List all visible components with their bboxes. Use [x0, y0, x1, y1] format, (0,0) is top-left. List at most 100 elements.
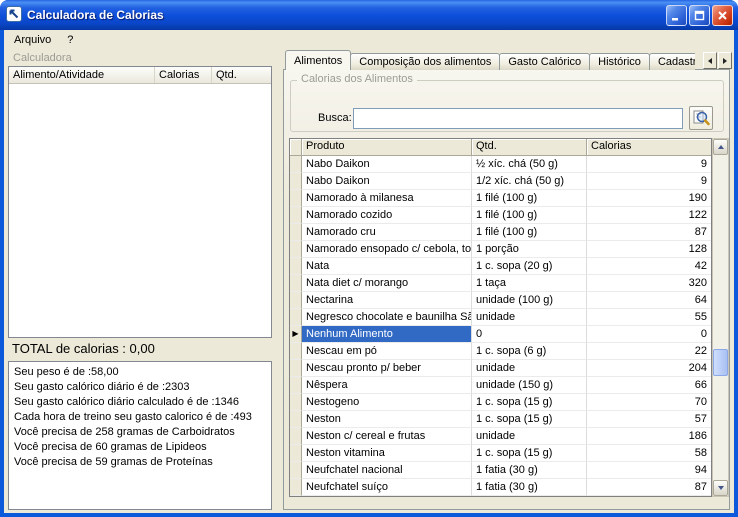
cell-qtd[interactable]: 1 filé (100 g) — [472, 207, 587, 224]
cell-calorias[interactable]: 94 — [587, 462, 711, 479]
cell-produto[interactable]: Neufchatel suíço — [302, 479, 472, 496]
cell-produto[interactable]: Nenhum Alimento — [302, 326, 472, 343]
tab-cadastro[interactable]: Cadastr — [648, 53, 695, 70]
table-row[interactable]: Nestogeno 1 c. sopa (15 g) 70 — [290, 394, 711, 411]
cell-produto[interactable]: Namorado ensopado c/ cebola, tomat — [302, 241, 472, 258]
table-row[interactable]: Neston c/ cereal e frutas unidade 186 — [290, 428, 711, 445]
cell-produto[interactable]: Namorado à milanesa — [302, 190, 472, 207]
column-header-produto[interactable]: Produto — [302, 139, 472, 156]
scrollbar-thumb[interactable] — [713, 349, 728, 376]
search-input[interactable] — [353, 108, 683, 129]
cell-qtd[interactable]: 1 c. sopa (15 g) — [472, 394, 587, 411]
table-row[interactable]: Namorado cru 1 filé (100 g) 87 — [290, 224, 711, 241]
table-row[interactable]: Namorado cozido 1 filé (100 g) 122 — [290, 207, 711, 224]
cell-calorias[interactable]: 42 — [587, 258, 711, 275]
cell-qtd[interactable]: ½ xíc. chá (50 g) — [472, 156, 587, 173]
column-header-calorias[interactable]: Calorias — [587, 139, 711, 156]
cell-calorias[interactable]: 55 — [587, 309, 711, 326]
cell-calorias[interactable]: 22 — [587, 343, 711, 360]
cell-produto[interactable]: Nabo Daikon — [302, 156, 472, 173]
table-row[interactable]: Nêspera unidade (150 g) 66 — [290, 377, 711, 394]
cell-calorias[interactable]: 87 — [587, 224, 711, 241]
table-row[interactable]: Negresco chocolate e baunilha São Lu uni… — [290, 309, 711, 326]
cell-produto[interactable]: Nata — [302, 258, 472, 275]
cell-produto[interactable]: Nectarina — [302, 292, 472, 309]
table-row[interactable]: Nectarina unidade (100 g) 64 — [290, 292, 711, 309]
cell-produto[interactable]: Nescau em pó — [302, 343, 472, 360]
cell-produto[interactable]: Nescau pronto p/ beber — [302, 360, 472, 377]
cell-qtd[interactable]: 1/2 xíc. chá (50 g) — [472, 173, 587, 190]
menu-arquivo[interactable]: Arquivo — [6, 31, 59, 49]
cell-qtd[interactable]: unidade (150 g) — [472, 377, 587, 394]
table-row[interactable]: Nescau em pó 1 c. sopa (6 g) 22 — [290, 343, 711, 360]
table-row[interactable]: Nabo Daikon 1/2 xíc. chá (50 g) 9 — [290, 173, 711, 190]
table-row[interactable]: Neston vitamina 1 c. sopa (15 g) 58 — [290, 445, 711, 462]
close-button[interactable] — [712, 4, 733, 26]
cell-qtd[interactable]: 0 — [472, 326, 587, 343]
cell-produto[interactable]: Nestogeno — [302, 394, 472, 411]
cell-calorias[interactable]: 128 — [587, 241, 711, 258]
cell-produto[interactable]: Neston — [302, 411, 472, 428]
tab-scroll-right-button[interactable] — [718, 52, 732, 69]
tab-scroll-left-button[interactable] — [703, 52, 717, 69]
cell-qtd[interactable]: 1 c. sopa (15 g) — [472, 411, 587, 428]
cell-produto[interactable]: Neston vitamina — [302, 445, 472, 462]
table-row[interactable]: Nata 1 c. sopa (20 g) 42 — [290, 258, 711, 275]
table-row[interactable]: Namorado à milanesa 1 filé (100 g) 190 — [290, 190, 711, 207]
cell-calorias[interactable]: 64 — [587, 292, 711, 309]
table-row[interactable]: Neufchatel nacional 1 fatia (30 g) 94 — [290, 462, 711, 479]
scroll-down-button[interactable] — [713, 480, 728, 496]
table-row[interactable]: Neufchatel suíço 1 fatia (30 g) 87 — [290, 479, 711, 496]
cell-qtd[interactable]: 1 c. sopa (20 g) — [472, 258, 587, 275]
cell-qtd[interactable]: unidade — [472, 428, 587, 445]
cell-qtd[interactable]: 1 filé (100 g) — [472, 190, 587, 207]
cell-produto[interactable]: Namorado cozido — [302, 207, 472, 224]
menu-help[interactable]: ? — [59, 31, 81, 49]
cell-qtd[interactable]: 1 fatia (30 g) — [472, 479, 587, 496]
cell-produto[interactable]: Nêspera — [302, 377, 472, 394]
cell-calorias[interactable]: 70 — [587, 394, 711, 411]
column-header-qtd[interactable]: Qtd. — [472, 139, 587, 156]
cell-qtd[interactable]: 1 taça — [472, 275, 587, 292]
table-row[interactable]: Nabo Daikon ½ xíc. chá (50 g) 9 — [290, 156, 711, 173]
table-row[interactable]: Neston 1 c. sopa (15 g) 57 — [290, 411, 711, 428]
tab-composicao[interactable]: Composição dos alimentos — [350, 53, 501, 70]
cell-calorias[interactable]: 58 — [587, 445, 711, 462]
cell-produto[interactable]: Neufchatel nacional — [302, 462, 472, 479]
cell-calorias[interactable]: 320 — [587, 275, 711, 292]
cell-qtd[interactable]: 1 fatia (30 g) — [472, 462, 587, 479]
cell-calorias[interactable]: 9 — [587, 156, 711, 173]
cell-calorias[interactable]: 87 — [587, 479, 711, 496]
column-header-qtd[interactable]: Qtd. — [212, 67, 271, 83]
tab-alimentos[interactable]: Alimentos — [285, 50, 352, 70]
cell-produto[interactable]: Nabo Daikon — [302, 173, 472, 190]
cell-produto[interactable]: Neston c/ cereal e frutas — [302, 428, 472, 445]
column-header-calorias[interactable]: Calorias — [155, 67, 212, 83]
cell-calorias[interactable]: 66 — [587, 377, 711, 394]
calculadora-list[interactable]: Alimento/Atividade Calorias Qtd. — [8, 66, 272, 338]
cell-calorias[interactable]: 9 — [587, 173, 711, 190]
vertical-scrollbar[interactable] — [712, 138, 729, 497]
cell-calorias[interactable]: 57 — [587, 411, 711, 428]
cell-qtd[interactable]: 1 porção — [472, 241, 587, 258]
maximize-button[interactable] — [689, 4, 710, 26]
minimize-button[interactable] — [666, 4, 687, 26]
foods-table[interactable]: Produto Qtd. Calorias Nabo Daikon ½ xíc.… — [289, 138, 712, 497]
table-row[interactable]: ▶ Nenhum Alimento 0 0 — [290, 326, 711, 343]
cell-qtd[interactable]: 1 filé (100 g) — [472, 224, 587, 241]
cell-qtd[interactable]: unidade — [472, 309, 587, 326]
cell-produto[interactable]: Nata diet c/ morango — [302, 275, 472, 292]
table-row[interactable]: Nata diet c/ morango 1 taça 320 — [290, 275, 711, 292]
column-header-alimento-atividade[interactable]: Alimento/Atividade — [9, 67, 155, 83]
tab-gasto-calorico[interactable]: Gasto Calórico — [499, 53, 591, 70]
cell-calorias[interactable]: 0 — [587, 326, 711, 343]
cell-qtd[interactable]: 1 c. sopa (15 g) — [472, 445, 587, 462]
cell-qtd[interactable]: unidade (100 g) — [472, 292, 587, 309]
cell-qtd[interactable]: 1 c. sopa (6 g) — [472, 343, 587, 360]
cell-produto[interactable]: Namorado cru — [302, 224, 472, 241]
table-row[interactable]: Namorado ensopado c/ cebola, tomat 1 por… — [290, 241, 711, 258]
search-button[interactable] — [689, 106, 713, 130]
cell-qtd[interactable]: unidade — [472, 360, 587, 377]
tab-historico[interactable]: Histórico — [589, 53, 650, 70]
cell-calorias[interactable]: 204 — [587, 360, 711, 377]
